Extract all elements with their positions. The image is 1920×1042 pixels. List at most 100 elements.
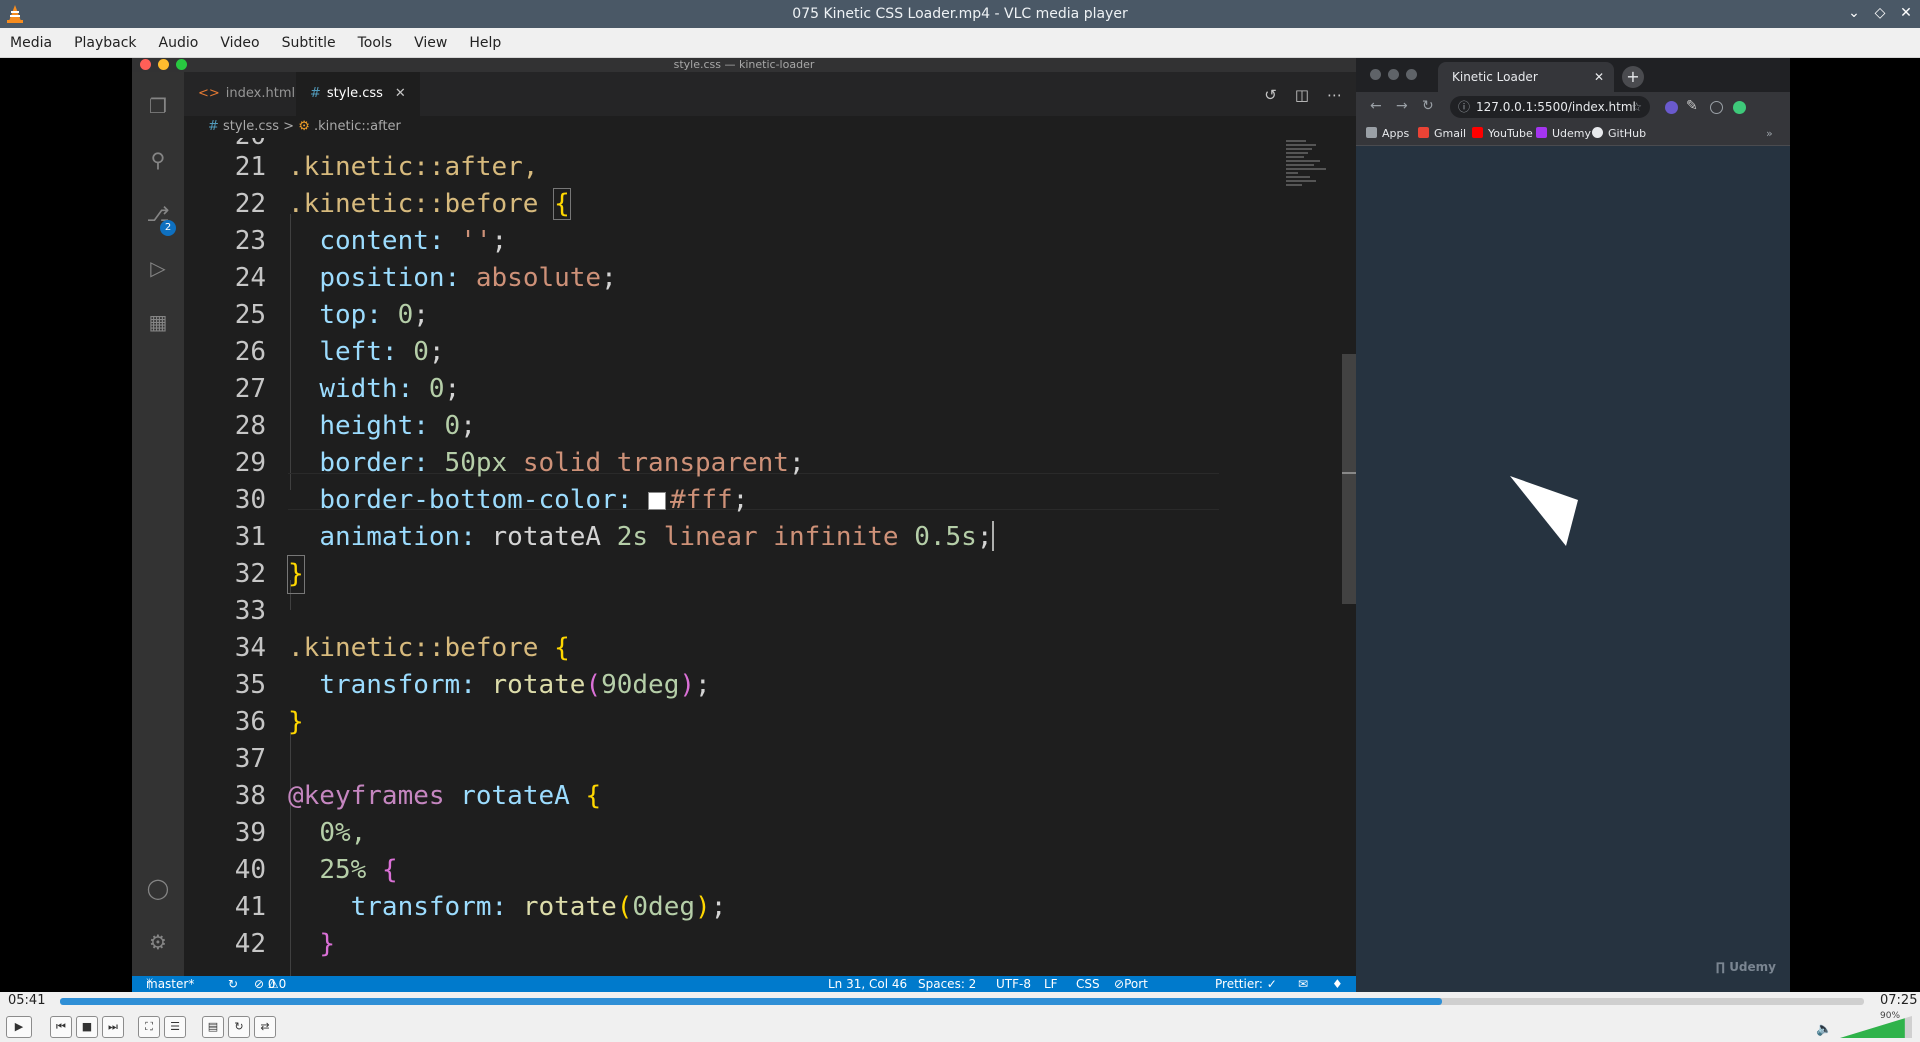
settings-gear-icon[interactable]: ⚙	[146, 930, 170, 954]
menu-tools[interactable]: Tools	[358, 35, 393, 51]
line-number: 29	[234, 448, 266, 478]
line-number: 35	[234, 670, 266, 700]
scrollbar-thumb[interactable]	[1342, 354, 1356, 604]
menu-media[interactable]: Media	[10, 35, 52, 51]
split-editor-icon[interactable]: ◫	[1295, 86, 1309, 104]
menu-bar: Media Playback Audio Video Subtitle Tool…	[0, 28, 1920, 58]
bookmark-star-icon[interactable]: ☆	[1631, 96, 1642, 118]
stop-button[interactable]: ■	[76, 1016, 98, 1038]
prettier-status[interactable]: Prettier: ✓	[1215, 976, 1277, 992]
tab-index-html[interactable]: <> index.html	[184, 72, 309, 116]
menu-help[interactable]: Help	[469, 35, 501, 51]
tab-style-css[interactable]: # style.css ✕	[296, 72, 420, 116]
seek-slider[interactable]	[60, 998, 1864, 1005]
extension-icon[interactable]	[1665, 101, 1678, 114]
maximize-icon[interactable]: ◇	[1872, 4, 1888, 22]
end-of-line[interactable]: LF	[1044, 976, 1058, 992]
more-bookmarks-icon[interactable]: »	[1766, 122, 1773, 146]
run-debug-icon[interactable]: ▷	[146, 256, 170, 280]
code-editor[interactable]: 20 21.kinetic::after, 22.kinetic::before…	[184, 138, 1289, 978]
code-text: #fff	[670, 485, 733, 515]
problems-indicator[interactable]: ⊘ 0 ⚠ 0	[254, 976, 286, 992]
menu-playback[interactable]: Playback	[74, 35, 136, 51]
code-text: rotate	[491, 670, 586, 700]
search-icon[interactable]: ⚲	[146, 148, 170, 172]
fullscreen-button[interactable]: ⛶	[138, 1016, 160, 1038]
notifications-icon[interactable]: ♦	[1332, 976, 1343, 992]
minimap[interactable]	[1286, 138, 1338, 228]
vscode-titlebar: style.css — kinetic-loader	[132, 58, 1356, 72]
profile-icon[interactable]	[1710, 101, 1723, 114]
explorer-icon[interactable]: ❐	[146, 94, 170, 118]
watermark-text: Udemy	[1729, 960, 1776, 974]
playlist-button[interactable]: ▤	[202, 1016, 224, 1038]
browser-tab[interactable]: Kinetic Loader ✕	[1438, 62, 1614, 92]
code-text: solid transparent	[522, 448, 789, 478]
line-number: 24	[234, 263, 266, 293]
bookmark-youtube[interactable]: YouTube	[1472, 122, 1533, 146]
line-number: 25	[234, 300, 266, 330]
code-text: 90deg	[601, 670, 680, 700]
menu-view[interactable]: View	[414, 35, 447, 51]
volume-slider[interactable]	[1840, 1016, 1912, 1038]
play-button[interactable]: ▶	[6, 1016, 32, 1038]
breadcrumb-symbol[interactable]: .kinetic::after	[314, 119, 401, 134]
new-tab-icon[interactable]: +	[1622, 66, 1644, 88]
sync-status-icon[interactable]	[1733, 101, 1746, 114]
previous-button[interactable]: ⏮	[50, 1016, 72, 1038]
language-mode[interactable]: CSS	[1076, 976, 1100, 992]
code-text: 50px	[444, 448, 508, 478]
code-text: width:	[319, 374, 414, 404]
line-number: 36	[234, 707, 266, 737]
next-button[interactable]: ⏭	[102, 1016, 124, 1038]
volume-speaker-icon[interactable]: 🔈	[1816, 1022, 1832, 1037]
sync-icon[interactable]: ↻	[228, 976, 238, 992]
loop-button[interactable]: ↻	[228, 1016, 250, 1038]
menu-audio[interactable]: Audio	[159, 35, 199, 51]
forward-icon[interactable]: →	[1396, 98, 1408, 114]
tab-close-icon[interactable]: ✕	[395, 86, 406, 101]
address-bar[interactable]: ⓘ 127.0.0.1:5500/index.html ☆	[1450, 96, 1650, 118]
bookmark-apps[interactable]: Apps	[1366, 122, 1409, 146]
bookmarks-bar: Apps Gmail YouTube Udemy GitHub »	[1356, 122, 1790, 146]
line-number: 22	[234, 189, 266, 219]
open-changes-icon[interactable]: ↺	[1264, 86, 1277, 104]
menu-video[interactable]: Video	[220, 35, 259, 51]
mac-minimize-dot	[1388, 69, 1399, 80]
code-text: 0deg	[632, 892, 696, 922]
live-share-icon[interactable]: ✉	[1298, 976, 1308, 992]
minimize-icon[interactable]: ⌄	[1846, 4, 1862, 22]
code-text: 0%,	[319, 818, 367, 848]
bookmark-github[interactable]: GitHub	[1592, 122, 1646, 146]
extensions-icon[interactable]: ▦	[146, 310, 170, 334]
reload-icon[interactable]: ↻	[1422, 98, 1434, 114]
extensions-puzzle-icon[interactable]: ✎	[1686, 98, 1698, 114]
code-text: position:	[319, 263, 461, 293]
code-text: 2s	[616, 522, 649, 552]
extended-settings-button[interactable]: ☰	[164, 1016, 186, 1038]
tab-close-icon[interactable]: ✕	[1594, 62, 1604, 92]
account-icon[interactable]: ◯	[146, 876, 170, 900]
indentation[interactable]: Spaces: 2	[918, 976, 976, 992]
breadcrumb-file[interactable]: style.css	[223, 119, 279, 134]
encoding[interactable]: UTF-8	[996, 976, 1031, 992]
shuffle-button[interactable]: ⇄	[254, 1016, 276, 1038]
youtube-icon	[1472, 127, 1483, 138]
bookmark-gmail[interactable]: Gmail	[1418, 122, 1466, 146]
more-actions-icon[interactable]: ⋯	[1327, 86, 1342, 104]
line-number: 39	[234, 818, 266, 848]
live-server-port[interactable]: ⊘ Port : 5500	[1114, 976, 1148, 992]
back-icon[interactable]: ←	[1370, 98, 1382, 114]
code-text: @keyframes	[288, 781, 445, 811]
color-swatch[interactable]	[648, 492, 667, 510]
menu-subtitle[interactable]: Subtitle	[282, 35, 336, 51]
close-icon[interactable]: ✕	[1898, 4, 1914, 22]
editor-tabs: <> index.html # style.css ✕ ↺ ◫ ⋯	[184, 72, 1356, 116]
line-number: 34	[234, 633, 266, 663]
info-icon[interactable]: ⓘ	[1458, 96, 1470, 118]
bookmark-udemy[interactable]: Udemy	[1536, 122, 1591, 146]
cursor-position[interactable]: Ln 31, Col 46	[828, 976, 907, 992]
video-area[interactable]: style.css — kinetic-loader ❐ ⚲ ⎇ 2 ▷ ▦ ◯…	[0, 58, 1920, 992]
line-number: 30	[234, 485, 266, 515]
css-file-icon: #	[310, 86, 321, 101]
